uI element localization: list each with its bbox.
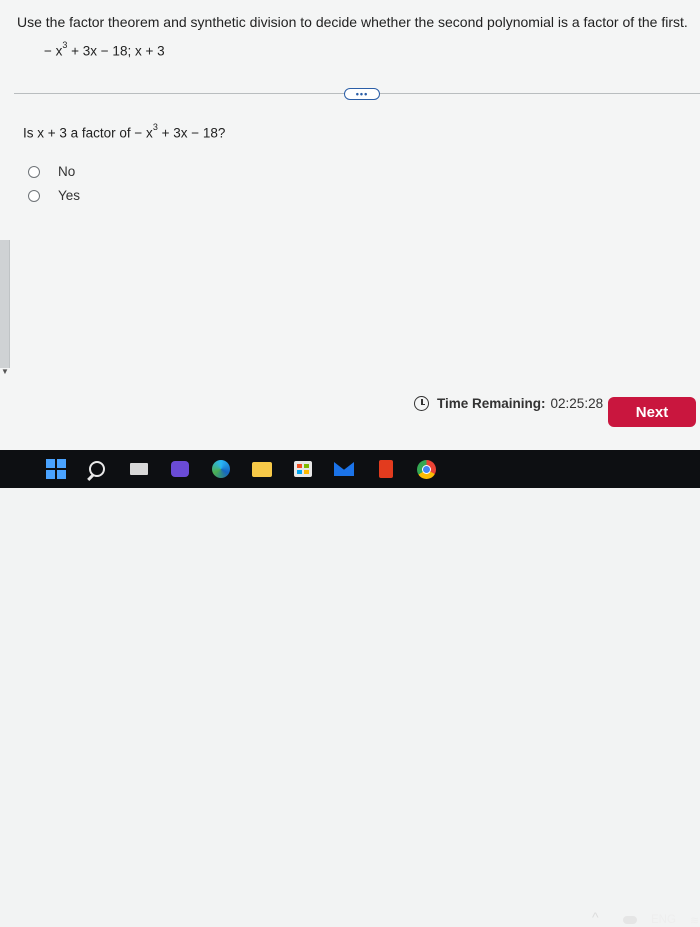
- scroll-down-arrow-icon[interactable]: ▼: [1, 367, 9, 376]
- timer-label: Time Remaining:: [437, 396, 546, 411]
- windows-icon[interactable]: [46, 459, 66, 479]
- teams-icon[interactable]: [170, 459, 190, 479]
- next-button[interactable]: Next: [608, 397, 696, 427]
- option-label-yes: Yes: [58, 188, 81, 203]
- time-remaining: Time Remaining: 02:25:28: [414, 396, 603, 411]
- option-yes[interactable]: Yes: [28, 188, 80, 203]
- question-prompt-part-1: Is x + 3 a factor of − x: [23, 125, 153, 141]
- mail-icon[interactable]: [334, 459, 354, 479]
- left-scrollbar[interactable]: [0, 240, 10, 368]
- option-no[interactable]: No: [28, 164, 75, 179]
- polynomial-part-1: − x: [44, 43, 63, 59]
- office-icon[interactable]: [376, 459, 396, 479]
- file-explorer-icon[interactable]: [252, 459, 272, 479]
- radio-button-no[interactable]: [28, 165, 40, 178]
- polynomial-exponent: 3: [62, 40, 68, 50]
- radio-button-yes[interactable]: [28, 189, 40, 202]
- question-prompt-part-2: + 3x − 18?: [157, 125, 226, 141]
- chrome-icon[interactable]: [416, 459, 436, 479]
- question-prompt-exponent: 3: [152, 122, 158, 132]
- question-instruction: Use the factor theorem and synthetic div…: [17, 14, 688, 30]
- timer-value: 02:25:28: [550, 396, 604, 411]
- windows-taskbar: ^ ENG ≋: [0, 450, 700, 927]
- onedrive-cloud-icon[interactable]: [623, 916, 637, 924]
- task-view-icon[interactable]: [129, 459, 149, 479]
- polynomial-part-2: + 3x − 18; x + 3: [67, 43, 165, 59]
- store-icon[interactable]: [293, 459, 313, 479]
- language-indicator[interactable]: ENG: [651, 914, 676, 926]
- wifi-icon[interactable]: ≋: [690, 914, 699, 927]
- clock-icon: [414, 396, 429, 411]
- edge-icon[interactable]: [211, 459, 231, 479]
- tray-chevron-icon[interactable]: ^: [592, 909, 599, 925]
- option-label-no: No: [58, 164, 76, 179]
- search-icon[interactable]: [87, 459, 107, 479]
- expand-more-button[interactable]: •••: [344, 88, 380, 100]
- quiz-page: Use the factor theorem and synthetic div…: [0, 0, 700, 450]
- question-prompt: Is x + 3 a factor of − x3 + 3x − 18?: [23, 122, 226, 141]
- polynomial-pair: − x3 + 3x − 18; x + 3: [44, 40, 165, 59]
